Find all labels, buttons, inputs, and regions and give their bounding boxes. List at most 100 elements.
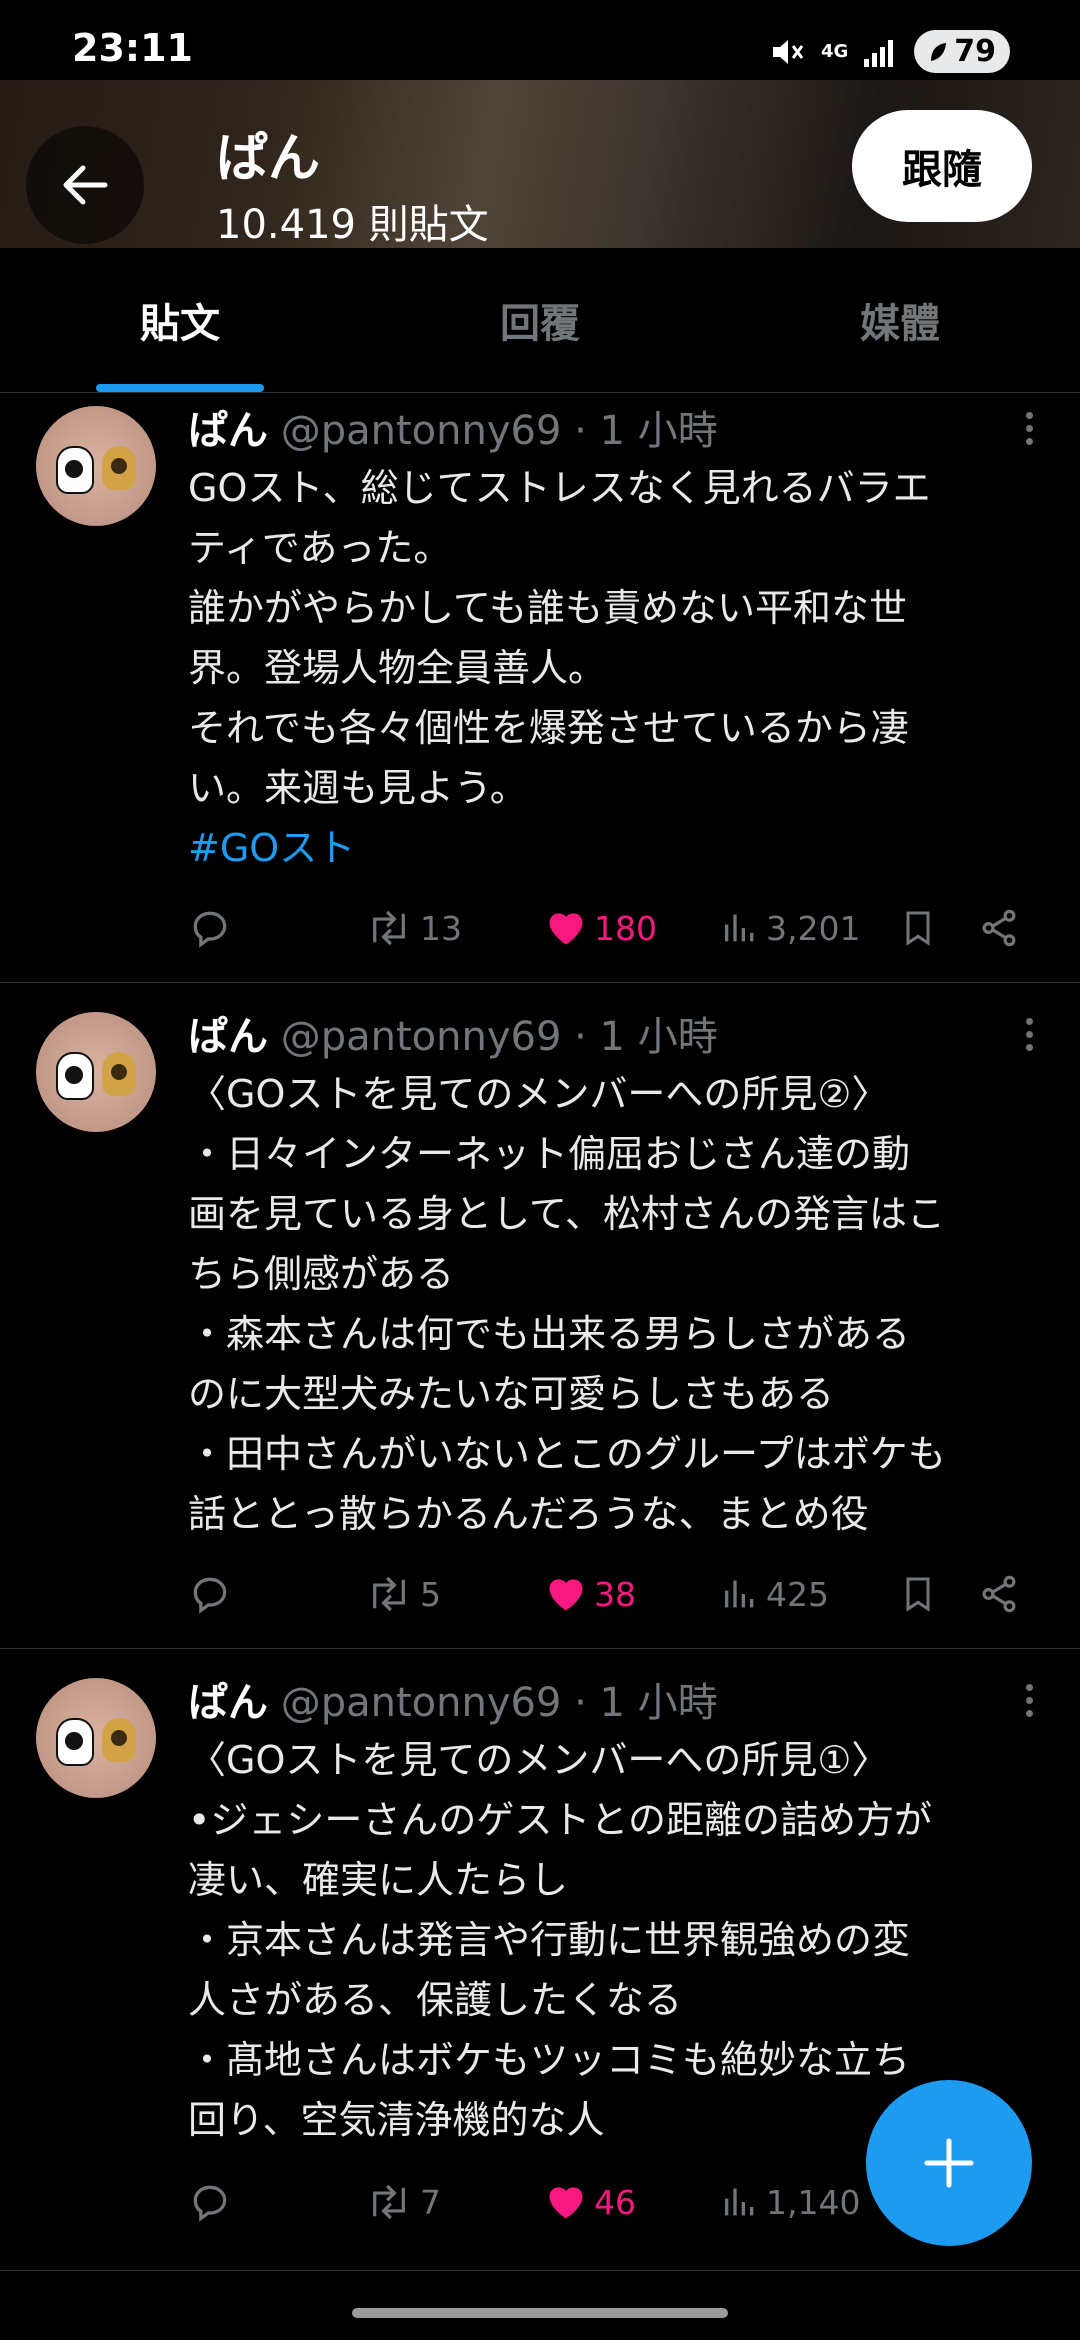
- tweet-actions: 5 38 425: [188, 1564, 1028, 1624]
- status-time: 23:11: [72, 26, 193, 70]
- tweet-line: 〈GOストを見てのメンバーへの所見②〉: [188, 1072, 890, 1116]
- more-options-button[interactable]: [1018, 412, 1040, 445]
- retweet-icon: [373, 910, 405, 946]
- bookmark-button[interactable]: [898, 898, 938, 958]
- hashtag-link[interactable]: #GOスト: [188, 818, 1048, 878]
- tweet-line: •ジェシーさんのゲストとの距離の詰め方が: [188, 1798, 933, 1842]
- retweet-count: 7: [420, 2182, 441, 2222]
- heart-icon: [549, 2187, 583, 2219]
- tweet-header: ぱん @pantonny69 · 1 小時: [188, 1670, 718, 1728]
- avatar[interactable]: [36, 1678, 156, 1798]
- bookmark-button[interactable]: [898, 1564, 938, 1624]
- tweet-line: ・田中さんがいないとこのグループはボケも: [188, 1432, 946, 1476]
- tweet-line: 画を見ている身として、松村さんの発言はこ: [188, 1192, 945, 1236]
- reply-icon: [193, 1577, 227, 1614]
- tweet-line: ・髙地さんはボケもツッコミも絶妙な立ち: [188, 2038, 911, 2082]
- home-indicator[interactable]: [352, 2308, 728, 2318]
- like-count: 46: [594, 2182, 636, 2222]
- status-bar: 23:11 4G 79: [0, 0, 1080, 80]
- back-button[interactable]: [26, 126, 144, 244]
- avatar-art: [102, 1718, 136, 1762]
- tweet-line: 話ととっ散らかるんだろうな、まとめ役: [188, 1492, 869, 1536]
- retweet-count: 5: [420, 1574, 441, 1614]
- reply-button[interactable]: [188, 898, 232, 958]
- compose-button[interactable]: [866, 2080, 1032, 2246]
- views-button[interactable]: 425: [720, 1564, 829, 1624]
- tweet-text: 〈GOストを見てのメンバーへの所見②〉 ・日々インターネット偏屈おじさん達の動 …: [188, 1064, 1048, 1544]
- tweet-line: 凄い、確実に人たらし: [188, 1858, 569, 1902]
- tab-replies[interactable]: 回覆: [360, 248, 720, 392]
- tweet-line: 誰かがやらかしても誰も責めない平和な世: [188, 586, 907, 630]
- author-handle[interactable]: @pantonny69: [281, 408, 562, 454]
- network-type: 4G: [820, 40, 849, 62]
- author-name[interactable]: ぱん: [188, 408, 268, 454]
- avatar-art: [102, 446, 136, 490]
- author-handle[interactable]: @pantonny69: [281, 1680, 562, 1726]
- author-name[interactable]: ぱん: [188, 1014, 268, 1060]
- tweet-header: ぱん @pantonny69 · 1 小時: [188, 1004, 718, 1062]
- avatar[interactable]: [36, 406, 156, 526]
- signal-icon: [864, 39, 894, 67]
- avatar-art: [56, 1052, 94, 1100]
- bookmark-icon: [906, 1577, 930, 1612]
- views-icon: [725, 1580, 754, 1608]
- status-icons: 4G 79: [769, 30, 1010, 73]
- author-name[interactable]: ぱん: [188, 1680, 268, 1726]
- more-options-button[interactable]: [1018, 1684, 1040, 1717]
- view-count: 3,201: [766, 908, 861, 948]
- reply-icon: [193, 2185, 227, 2222]
- tweet-text: GOスト、総じてストレスなく見れるバラエ ティであった。 誰かがやらかしても誰も…: [188, 458, 1048, 878]
- like-button[interactable]: 38: [544, 1564, 636, 1624]
- arrow-left-icon: [63, 165, 108, 205]
- share-button[interactable]: [978, 898, 1020, 958]
- avatar[interactable]: [36, 1012, 156, 1132]
- avatar-art: [56, 446, 94, 494]
- tweet-header: ぱん @pantonny69 · 1 小時: [188, 398, 718, 456]
- views-button[interactable]: 1,140: [720, 2172, 860, 2232]
- plus-icon: [924, 2138, 974, 2188]
- profile-name: ぱん: [216, 129, 321, 189]
- tab-label: 媒體: [860, 301, 940, 347]
- tweet[interactable]: ぱん @pantonny69 · 1 小時 GOスト、総じてストレスなく見れるバ…: [0, 392, 1080, 983]
- heart-icon: [549, 913, 583, 945]
- tweet-line: 界。登場人物全員善人。: [188, 646, 607, 690]
- tweet-line: GOスト、総じてストレスなく見れるバラエ: [188, 466, 931, 510]
- retweet-button[interactable]: 5: [364, 1564, 441, 1624]
- views-icon: [725, 914, 754, 942]
- more-options-button[interactable]: [1018, 1018, 1040, 1051]
- retweet-button[interactable]: 13: [364, 898, 462, 958]
- reply-icon: [193, 911, 227, 948]
- tab-media[interactable]: 媒體: [720, 248, 1080, 392]
- tweet[interactable]: ぱん @pantonny69 · 1 小時 〈GOストを見てのメンバーへの所見②…: [0, 982, 1080, 1649]
- tweet-line: ちら側感がある: [188, 1252, 455, 1296]
- tweet-line: 人さがある、保護したくなる: [188, 1978, 683, 2022]
- retweet-icon: [373, 2184, 405, 2220]
- reply-button[interactable]: [188, 1564, 232, 1624]
- share-button[interactable]: [978, 1564, 1020, 1624]
- follow-button[interactable]: 跟隨: [852, 110, 1032, 222]
- profile-tabs: 貼文 回覆 媒體: [0, 248, 1080, 393]
- tweet-line: い。来週も見よう。: [188, 766, 528, 810]
- tweet-time: · 1 小時: [574, 1680, 718, 1726]
- mute-icon: [772, 39, 804, 64]
- author-handle[interactable]: @pantonny69: [281, 1014, 562, 1060]
- avatar-art: [102, 1052, 136, 1096]
- tweet-time: · 1 小時: [574, 408, 718, 454]
- reply-button[interactable]: [188, 2172, 232, 2232]
- tab-label: 回覆: [500, 301, 580, 347]
- profile-header: ぱん 10.419 則貼文 跟隨: [0, 80, 1080, 248]
- tweet-line: ・日々インターネット偏屈おじさん達の動: [188, 1132, 911, 1176]
- like-button[interactable]: 46: [544, 2172, 636, 2232]
- leaf-icon: [931, 42, 947, 61]
- battery-indicator: 79: [914, 30, 1010, 73]
- tab-label: 貼文: [140, 301, 220, 347]
- post-count: 10.419 則貼文: [216, 202, 489, 248]
- retweet-button[interactable]: 7: [364, 2172, 441, 2232]
- views-button[interactable]: 3,201: [720, 898, 860, 958]
- like-button[interactable]: 180: [544, 898, 657, 958]
- tab-posts[interactable]: 貼文: [0, 248, 360, 392]
- share-icon: [982, 1575, 1016, 1613]
- tweet-line: のに大型犬みたいな可愛らしさもある: [188, 1372, 835, 1416]
- tweet-line: 〈GOストを見てのメンバーへの所見①〉: [188, 1738, 890, 1782]
- battery-level: 79: [954, 34, 996, 69]
